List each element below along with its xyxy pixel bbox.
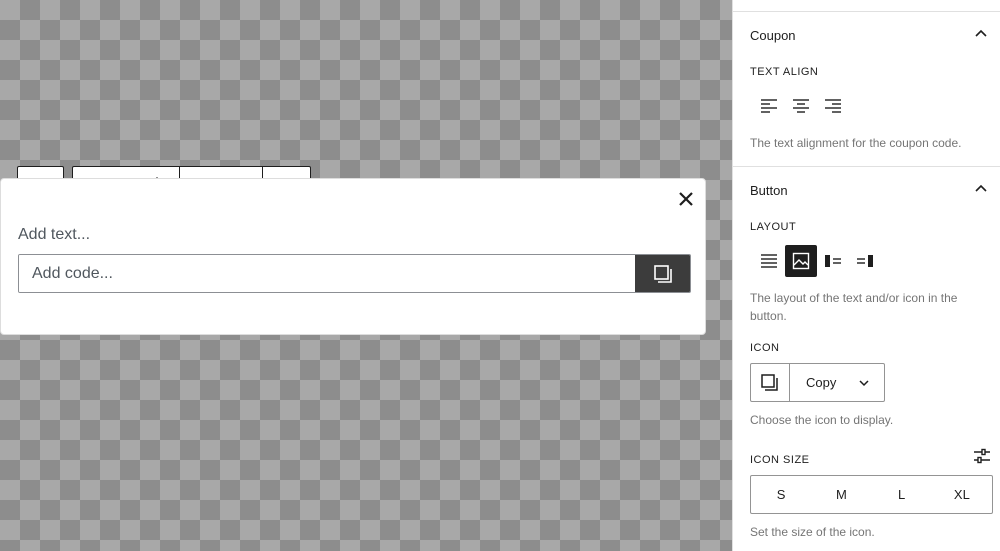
align-right-icon (825, 99, 841, 113)
icon-size-option-s[interactable]: S (751, 476, 811, 513)
icon-preview (751, 364, 790, 401)
icon-size-toggle-group: S M L XL (750, 475, 993, 514)
icon-size-help: Set the size of the icon. (750, 525, 875, 539)
coupon-code-row (18, 254, 691, 293)
close-icon[interactable] (676, 189, 696, 209)
icon-select-value: Copy (806, 375, 837, 390)
icon-label: ICON (750, 342, 780, 354)
icon-select[interactable]: Copy (750, 363, 885, 402)
button-panel-title[interactable]: Button (750, 183, 788, 198)
align-center-icon (793, 99, 809, 113)
copy-code-button[interactable] (635, 255, 690, 292)
layout-icon-right-button[interactable] (849, 245, 881, 277)
text-align-label: TEXT ALIGN (750, 66, 819, 78)
layout-icon-only-button[interactable] (785, 245, 817, 277)
coupon-block: Add text... (0, 178, 706, 335)
chevron-up-icon[interactable] (973, 26, 989, 42)
text-align-right-button[interactable] (817, 90, 849, 122)
divider (733, 11, 1000, 12)
layout-text-only-button[interactable] (753, 245, 785, 277)
sliders-icon[interactable] (973, 447, 991, 465)
coupon-panel-title[interactable]: Coupon (750, 28, 796, 43)
icon-size-label: ICON SIZE (750, 454, 810, 466)
coupon-code-input[interactable] (19, 255, 635, 292)
copy-icon (761, 373, 778, 391)
copy-icon (653, 264, 672, 283)
divider (733, 166, 1000, 167)
text-lines-icon (761, 254, 777, 268)
chevron-up-icon[interactable] (973, 181, 989, 197)
chevron-down-icon (859, 379, 869, 386)
layout-help: The layout of the text and/or icon in th… (750, 291, 958, 323)
coupon-text[interactable]: Add text... (18, 226, 90, 244)
icon-left-text-icon (825, 255, 841, 267)
align-left-icon (761, 99, 777, 113)
layout-label: LAYOUT (750, 221, 797, 233)
settings-sidebar: Coupon TEXT ALIGN The text alignment for… (732, 0, 1000, 551)
icon-help: Choose the icon to display. (750, 413, 894, 427)
text-align-center-button[interactable] (785, 90, 817, 122)
text-align-left-button[interactable] (753, 90, 785, 122)
icon-size-option-l[interactable]: L (872, 476, 932, 513)
icon-size-option-m[interactable]: M (811, 476, 871, 513)
layout-icon-left-button[interactable] (817, 245, 849, 277)
icon-right-text-icon (857, 255, 873, 267)
text-align-help: The text alignment for the coupon code. (750, 136, 962, 150)
icon-size-option-xl[interactable]: XL (932, 476, 992, 513)
image-icon (792, 252, 810, 270)
